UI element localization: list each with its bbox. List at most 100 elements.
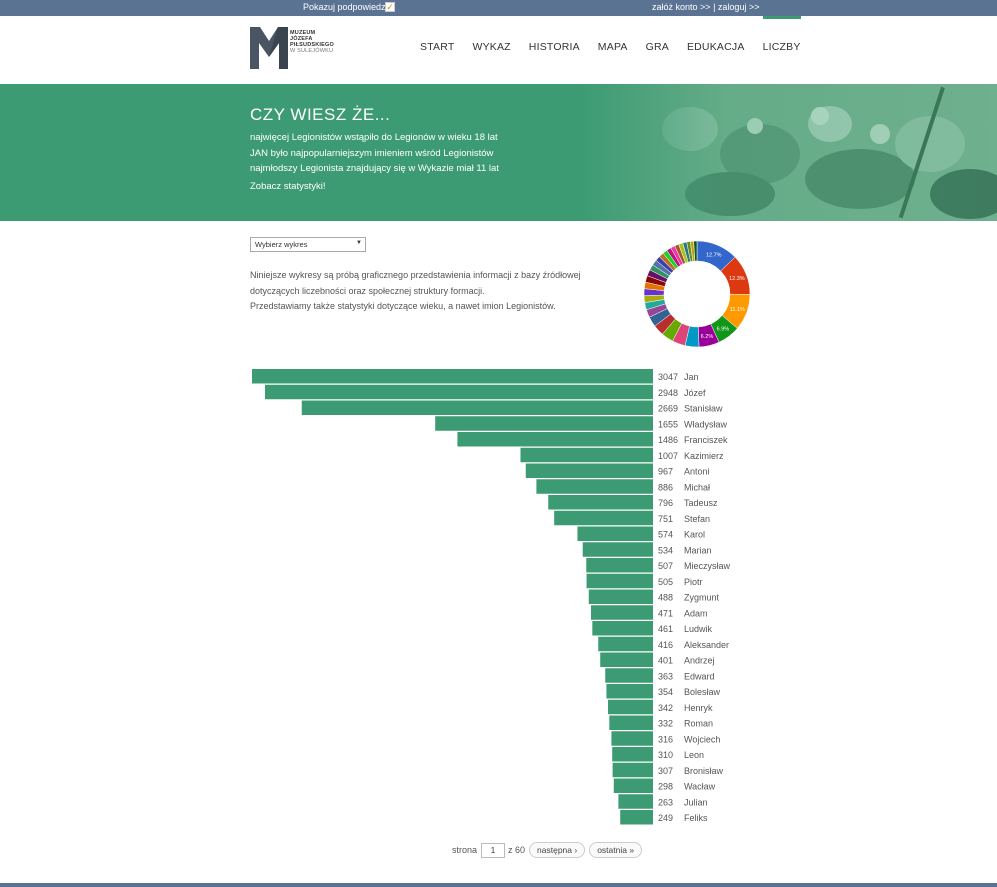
fact-3: najmłodszy Legionista znajdujący się w W… [250,163,499,174]
bar-value-label: 796 [658,498,673,508]
bar [520,447,653,463]
bar-category-label: Edward [684,671,715,681]
bar-value-label: 471 [658,608,673,618]
bar [600,652,653,667]
register-link[interactable]: załóż konto >> [652,2,711,12]
nav-edukacja[interactable]: EDUKACJA [687,41,745,53]
banner-facts: najwięcej Legionistów wstąpiło do Legion… [250,130,499,177]
bar-value-label: 886 [658,482,673,492]
bar-value-label: 1486 [658,435,678,445]
see-statistics-link[interactable]: Zobacz statystyki! [250,181,326,192]
nav-start[interactable]: START [420,41,454,53]
bar-value-label: 310 [658,750,673,760]
hints-label: Pokazuj podpowiedzi [303,2,388,12]
bar-category-label: Bolesław [684,687,721,697]
bar [607,699,653,715]
bar-category-label: Julian [684,797,708,807]
bar-category-label: Ludwik [684,624,713,634]
separator: | [713,2,716,12]
bar [435,416,653,431]
bar-value-label: 2948 [658,388,678,398]
legionnaires-photo [580,84,997,221]
bar-value-label: 249 [658,813,673,823]
bar-category-label: Piotr [684,577,703,587]
nav-wykaz[interactable]: WYKAZ [472,41,510,53]
bar-category-label: Aleksander [684,640,729,650]
banner-title: CZY WIESZ ŻE... [250,105,391,124]
bar-category-label: Andrzej [684,656,715,666]
account-links: załóż konto >> | zaloguj >> [652,2,759,12]
nav-liczby[interactable]: LICZBY [762,16,801,53]
chart-select[interactable]: Wybierz wykres ▼ [250,237,366,252]
bar-category-label: Jan [684,372,699,382]
login-link[interactable]: zaloguj >> [718,2,760,12]
bar-category-label: Leon [684,750,704,760]
donut-label: 6.9% [717,326,730,332]
bar-category-label: Franciszek [684,435,728,445]
bar [554,510,653,526]
bar [525,463,653,478]
bar-category-label: Michał [684,482,710,492]
top-bar: Pokazuj podpowiedzi ✓ załóż konto >> | z… [0,0,997,16]
bar-value-label: 507 [658,561,673,571]
bar-category-label: Wacław [684,782,716,792]
donut-label: 12.7% [706,252,722,258]
bar-value-label: 505 [658,577,673,587]
nav-historia[interactable]: HISTORIA [529,41,580,53]
bar-value-label: 967 [658,467,673,477]
bar [592,621,653,636]
bar-category-label: Zygmunt [684,593,720,603]
bar-value-label: 354 [658,687,673,697]
bar-value-label: 332 [658,719,673,729]
bar [612,762,653,778]
page-total: z 60 [508,845,526,855]
bar-category-label: Stanisław [684,404,723,414]
bar-category-label: Józef [684,388,706,398]
bar-value-label: 1007 [658,451,678,461]
bar [586,558,653,573]
fact-1: najwięcej Legionistów wstąpiło do Legion… [250,132,498,143]
bar-category-label: Adam [684,608,708,618]
donut-label: 6.2% [701,334,714,340]
chart-select-value: Wybierz wykres [255,240,308,249]
bar-value-label: 751 [658,514,673,524]
last-page-button[interactable]: ostatnia » [589,842,643,858]
hints-checkbox[interactable]: ✓ [385,2,395,12]
bar [598,636,653,652]
bar-category-label: Feliks [684,813,708,823]
bar [609,715,653,730]
bar-value-label: 298 [658,782,673,792]
bar [588,589,653,604]
bar [620,810,653,825]
bar-value-label: 3047 [658,372,678,382]
donut-label: 11.1% [730,307,745,313]
bar [548,495,653,510]
bar [577,526,653,541]
donut-label: 12.3% [729,276,745,282]
bar-category-label: Antoni [684,467,710,477]
intro-text: Niniejsze wykresy są próbą graficznego p… [250,270,581,311]
bar-value-label: 316 [658,734,673,744]
next-page-button[interactable]: następna › [529,842,586,858]
bar-value-label: 461 [658,624,673,634]
bar-category-label: Mieczysław [684,561,731,571]
names-bar-chart: 3047 Jan 2948 Józef 2669 Stanisław 1655 Władysł… [252,369,731,825]
bar-value-label: 488 [658,593,673,603]
fact-2: JAN było najpopularniejszym imieniem wśr… [250,147,494,159]
page-prefix: strona [452,845,478,855]
main-nav: START WYKAZ HISTORIA MAPA GRA EDUKACJA L… [420,16,819,53]
bar-category-label: Tadeusz [684,498,718,508]
bar-category-label: Karol [684,530,705,540]
nav-gra[interactable]: GRA [646,41,669,53]
header: MUZEUM JÓZEFA PIŁSUDSKIEGO W SULEJÓWKU S… [0,16,997,84]
pagination: strona 1 z 60 następna › ostatnia » [452,842,643,858]
bar-category-label: Stefan [684,514,710,524]
nav-mapa[interactable]: MAPA [598,41,628,53]
bar [252,369,653,384]
bar [536,479,653,494]
bar-category-label: Władysław [684,419,728,429]
bar-value-label: 263 [658,797,673,807]
logo-text: MUZEUM JÓZEFA PIŁSUDSKIEGO W SULEJÓWKU [290,30,334,54]
bar [606,684,653,699]
page-input[interactable]: 1 [481,842,506,858]
